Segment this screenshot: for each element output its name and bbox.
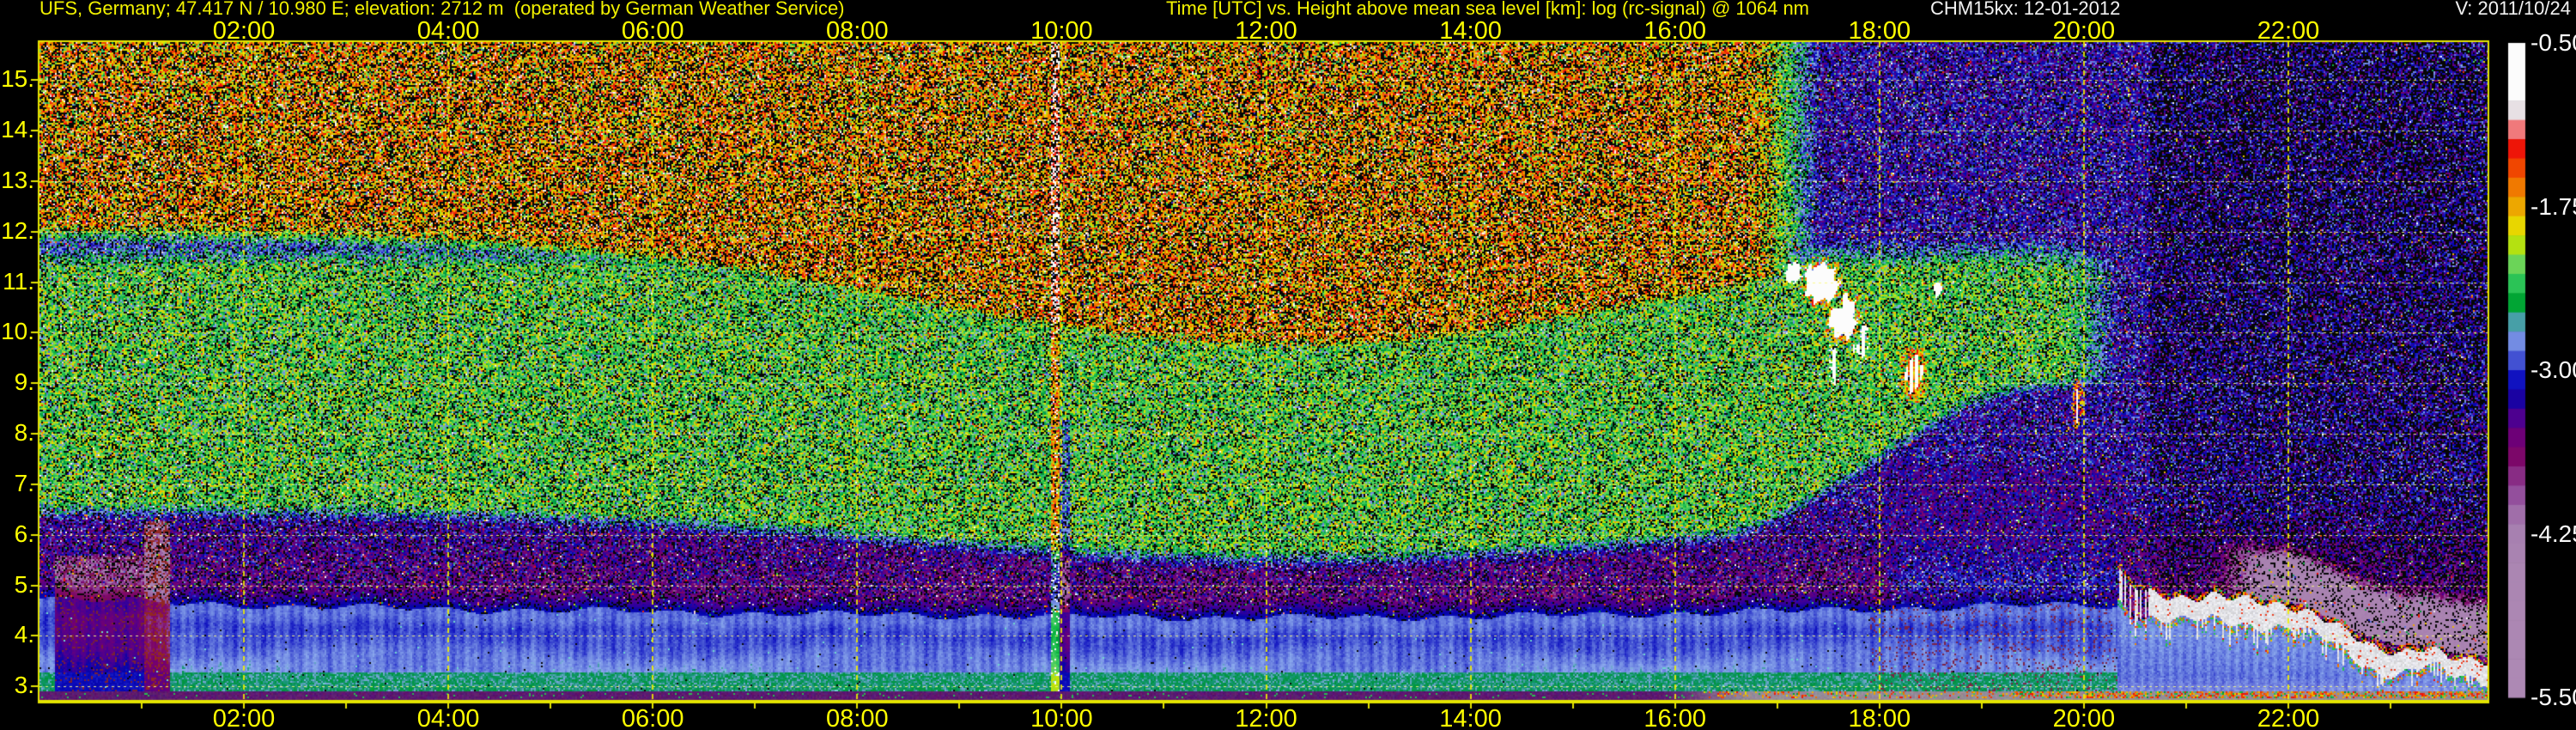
ceilometer-quicklook-app: UFS, Germany; 47.417 N / 10.980 E; eleva… [0,0,2576,730]
backscatter-heatmap-canvas [0,0,2576,730]
